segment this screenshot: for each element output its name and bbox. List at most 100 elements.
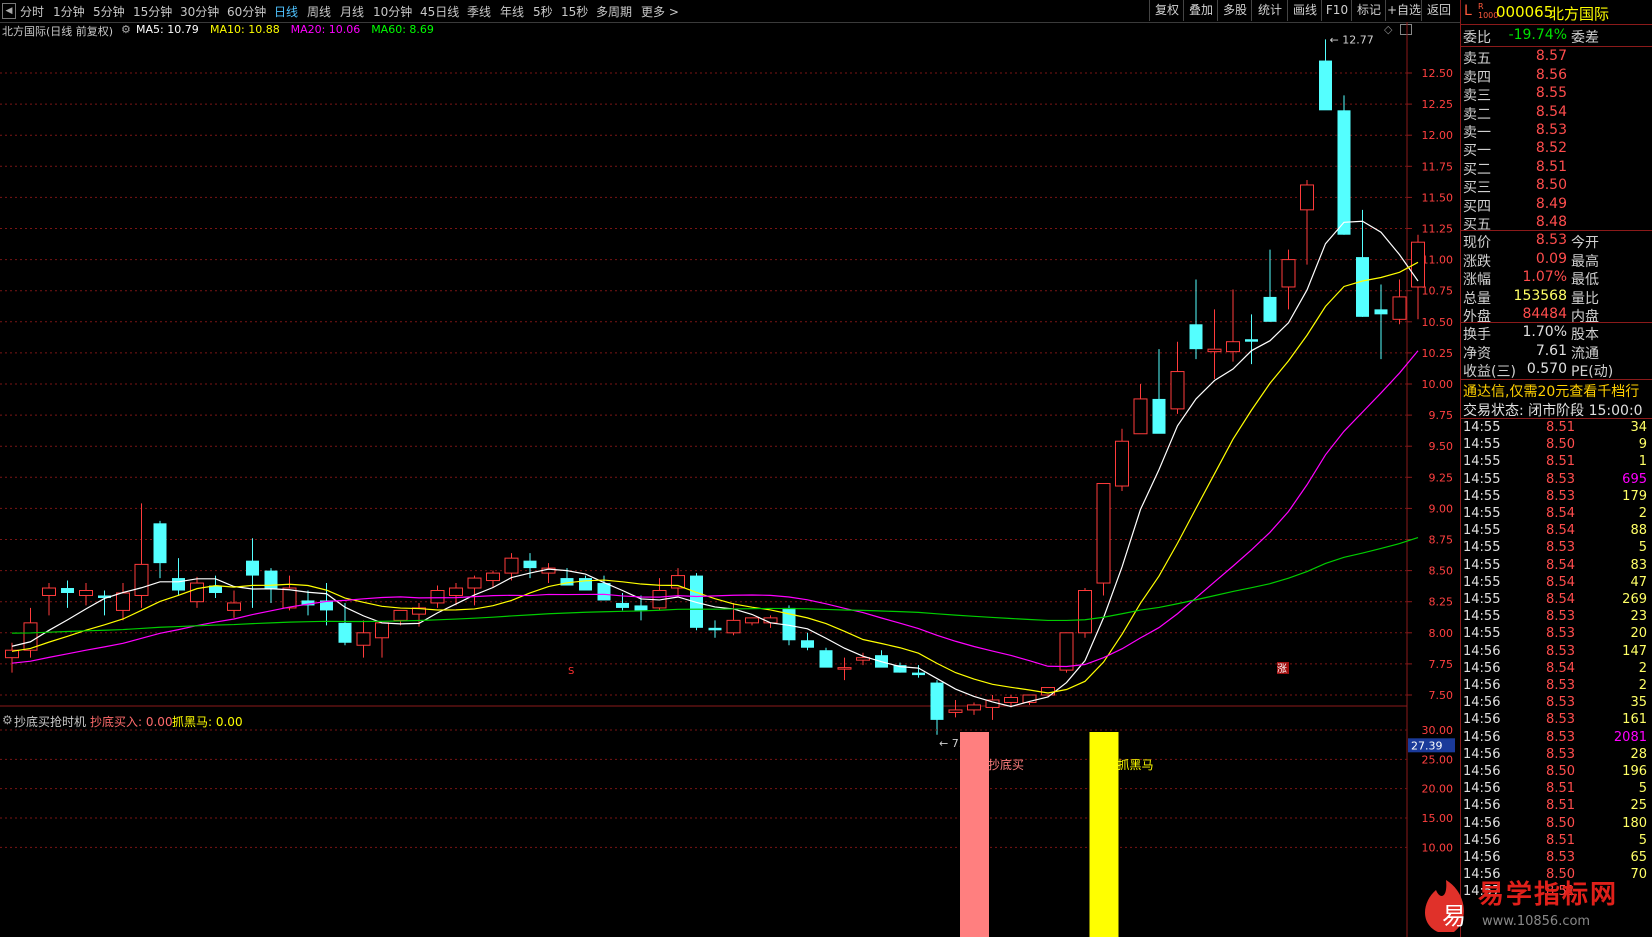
period-tab-16[interactable]: 更多 > — [641, 3, 679, 20]
candle-body — [801, 640, 814, 648]
tick-time: 14:55 — [1463, 540, 1501, 556]
period-tab-14[interactable]: 15秒 — [561, 3, 588, 20]
tick-time: 14:55 — [1463, 454, 1501, 470]
candle-body — [1337, 110, 1351, 235]
status-row: 交易状态: 闭市阶段 15:00:0 — [1461, 399, 1652, 419]
price-tick-label: 9.75 — [1429, 409, 1454, 422]
tick-time: 14:56 — [1463, 695, 1501, 711]
weicha-label: 委差 — [1571, 30, 1599, 46]
toolbar-button-6[interactable]: 标记 — [1351, 0, 1386, 21]
period-tab-13[interactable]: 5秒 — [533, 3, 553, 20]
weibi-value: -19.74% — [1508, 27, 1567, 43]
stat-label: 总量 — [1463, 290, 1491, 307]
period-tab-1[interactable]: 1分钟 — [53, 3, 85, 20]
sub-tick-label: 25.00 — [1422, 753, 1454, 766]
candle-body — [1096, 483, 1111, 584]
toolbar-home-icon[interactable]: ◀ — [2, 3, 16, 19]
period-tab-6[interactable]: 日线 — [274, 3, 298, 20]
period-tab-3[interactable]: 15分钟 — [133, 3, 172, 20]
tick-volume: 2081 — [1613, 729, 1647, 745]
toolbar-button-0[interactable]: 复权 — [1149, 0, 1184, 21]
candle-body — [1300, 184, 1314, 211]
tick-time: 14:56 — [1463, 781, 1501, 797]
period-tab-15[interactable]: 多周期 — [596, 3, 632, 20]
tick-row: 14:56 8.53 2081 — [1461, 730, 1652, 748]
period-tab-9[interactable]: 10分钟 — [373, 3, 412, 20]
toolbar-button-8[interactable]: 返回 — [1421, 0, 1456, 21]
tick-volume: 47 — [1630, 574, 1647, 590]
candle-body — [393, 609, 408, 621]
tick-row: 14:55 8.51 34 — [1461, 420, 1652, 438]
toolbar-button-3[interactable]: 统计 — [1251, 0, 1288, 21]
period-tab-7[interactable]: 周线 — [307, 3, 331, 20]
tick-time: 14:56 — [1463, 729, 1501, 745]
candle-body — [726, 619, 741, 634]
toolbar-button-7[interactable]: +自选 — [1385, 0, 1422, 21]
stat-label: 涨幅 — [1463, 272, 1491, 288]
price-tick-label: 12.50 — [1422, 67, 1454, 80]
tick-time: 14:55 — [1463, 437, 1501, 453]
candle-body — [967, 704, 981, 711]
toolbar-button-5[interactable]: F10 — [1321, 0, 1352, 21]
tick-time: 14:55 — [1463, 471, 1501, 487]
ask-price: 8.54 — [1535, 103, 1567, 120]
tick-time: 14:56 — [1463, 678, 1501, 693]
tick-row: 14:55 8.53 5 — [1461, 540, 1652, 558]
candle-body — [1245, 339, 1258, 342]
tick-row: 14:56 8.53 2 — [1461, 678, 1652, 696]
price-tick-label: 8.75 — [1429, 534, 1454, 547]
period-tab-10[interactable]: 45日线 — [420, 3, 459, 20]
stat-value: 1.07% — [1522, 269, 1567, 285]
toolbar-button-2[interactable]: 多股 — [1217, 0, 1252, 21]
bid-row: 买三 8.50 — [1461, 177, 1652, 196]
ask-row: 卖二 8.54 — [1461, 103, 1652, 123]
tick-price: 8.51 — [1546, 798, 1575, 814]
stat2-value: 0.570 — [1526, 361, 1567, 377]
tick-price: 8.54 — [1546, 557, 1575, 573]
notice-row[interactable]: 通达信,仅需20元查看千档行 — [1461, 380, 1652, 401]
toolbar-button-4[interactable]: 画线 — [1287, 0, 1322, 21]
stat-label: 现价 — [1463, 235, 1491, 251]
ask-label: 卖一 — [1463, 125, 1491, 141]
tick-price: 8.51 — [1546, 454, 1575, 470]
stat-label-right: 今开 — [1571, 235, 1599, 251]
weibi-label: 委比 — [1463, 30, 1491, 46]
period-tab-11[interactable]: 季线 — [467, 3, 491, 20]
notice-text[interactable]: 通达信,仅需20元查看千档行 — [1463, 381, 1639, 401]
period-tab-5[interactable]: 60分钟 — [227, 3, 266, 20]
period-tab-2[interactable]: 5分钟 — [93, 3, 125, 20]
tick-time: 14:55 — [1463, 523, 1501, 539]
period-tab-4[interactable]: 30分钟 — [180, 3, 219, 20]
tick-time: 14:55 — [1463, 626, 1501, 642]
tick-price: 8.53 — [1546, 609, 1575, 625]
period-tab-12[interactable]: 年线 — [500, 3, 524, 20]
candle-body — [23, 622, 38, 651]
ask-label: 卖三 — [1463, 88, 1491, 104]
sub-tick-label: 15.00 — [1422, 812, 1454, 825]
ask-row: 卖一 8.53 — [1461, 122, 1652, 141]
level-badge: L — [1464, 3, 1472, 19]
sub-indicator-settings-icon[interactable]: ⚙ — [2, 713, 13, 727]
tick-volume: 1 — [1638, 454, 1647, 470]
tick-volume: 179 — [1622, 488, 1647, 504]
tick-row: 14:55 8.53 23 — [1461, 609, 1652, 627]
tick-time: 14:56 — [1463, 832, 1501, 848]
stat-row: 涨幅 1.07% 最低 — [1461, 269, 1652, 288]
candle-body — [61, 588, 74, 593]
kline-chart[interactable]: 12.50 12.25 12.00 11.75 11.50 11.25 11.00 10.75… — [0, 22, 1460, 937]
stock-header: L R 1000 000065 北方国际 — [1461, 2, 1652, 23]
ask-row: 卖三 8.55 — [1461, 85, 1652, 104]
tick-volume: 5 — [1638, 781, 1647, 797]
stat2-label: 净资 — [1463, 345, 1491, 362]
toolbar-button-1[interactable]: 叠加 — [1183, 0, 1218, 21]
period-tab-8[interactable]: 月线 — [340, 3, 364, 20]
ma60-line — [11, 536, 1419, 634]
period-tab-0[interactable]: 分时 — [20, 3, 44, 20]
tick-volume: 2 — [1638, 660, 1647, 676]
tick-volume: 5 — [1638, 832, 1647, 848]
tick-volume: 23 — [1630, 609, 1647, 625]
tick-row: 14:56 8.53 28 — [1461, 747, 1652, 765]
tick-volume: 65 — [1630, 850, 1647, 865]
price-tick-label: 11.25 — [1422, 223, 1454, 236]
candle-body — [1133, 398, 1148, 435]
